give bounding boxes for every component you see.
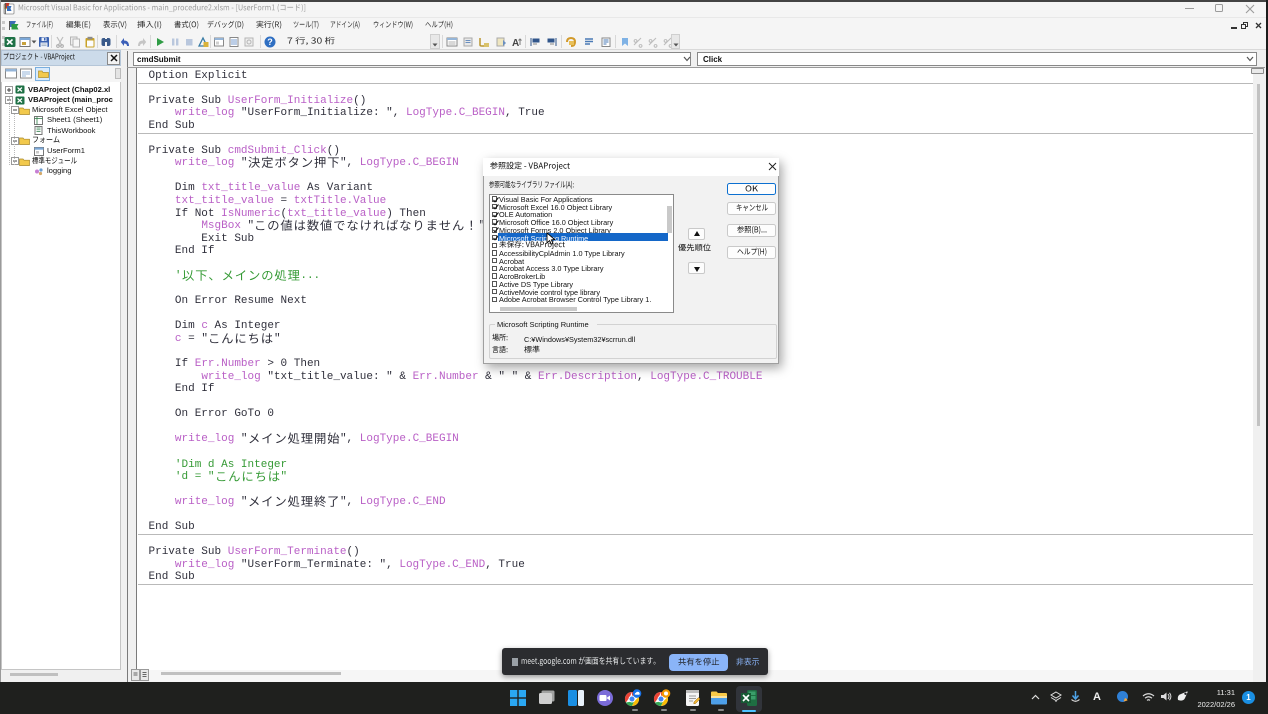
svg-text:?: ? [267,37,273,47]
svg-text:A: A [512,38,519,48]
